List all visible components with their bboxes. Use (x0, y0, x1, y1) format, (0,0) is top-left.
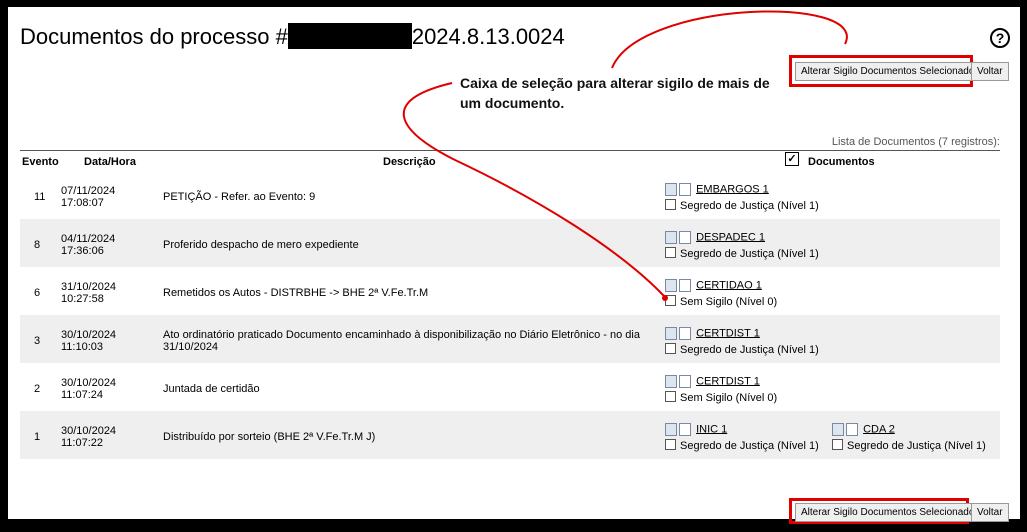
arrow-end-dot (662, 295, 668, 301)
arrow-to-checkbox (403, 82, 665, 297)
arrow-to-button (611, 10, 848, 69)
annotation-arrows (403, 10, 848, 301)
